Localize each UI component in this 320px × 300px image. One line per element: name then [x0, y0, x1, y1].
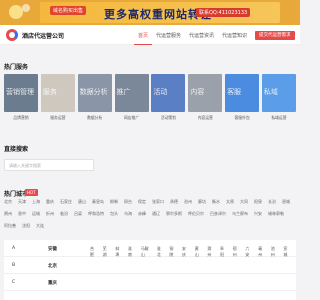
- city-link[interactable]: 朔州: [4, 211, 12, 217]
- city-link[interactable]: 张家口: [152, 199, 164, 205]
- service-label: 活动策划: [160, 115, 176, 120]
- city-link[interactable]: 鄂尔多斯: [166, 211, 182, 217]
- banner-tag: 域名购买出售: [50, 6, 87, 15]
- city-link[interactable]: 太原: [226, 199, 234, 205]
- city-link[interactable]: 衡水: [212, 199, 220, 205]
- city-link[interactable]: 天津: [18, 199, 26, 205]
- province-name[interactable]: 重庆: [48, 280, 57, 286]
- service-card[interactable]: 服务 服务运营: [40, 74, 75, 126]
- service-image: 客服: [225, 74, 260, 112]
- nav-knowledge[interactable]: 代运营知识: [218, 25, 251, 45]
- city-link[interactable]: 上海: [32, 199, 40, 205]
- province-name[interactable]: 安徽: [48, 246, 57, 252]
- service-image: 推广: [114, 74, 149, 112]
- city-link[interactable]: 大同: [240, 199, 248, 205]
- city-link[interactable]: 沈阳: [22, 223, 30, 229]
- service-label: 内容运营: [197, 115, 213, 120]
- service-label: 服务运营: [50, 115, 66, 120]
- city-link[interactable]: 赤峰: [138, 211, 146, 217]
- service-label: 客服外包: [234, 115, 250, 120]
- city-row: 北京 天津 上海 重庆 石家庄 唐山 秦皇岛 邯郸 邢台 保定 张家口 承德 沧州 廊坊 衡水 太原 大同 阳泉长…: [4, 199, 296, 235]
- province-letter: B: [12, 263, 16, 268]
- city-link[interactable]: 吕梁: [74, 211, 82, 217]
- service-card[interactable]: 客服 客服外包: [225, 74, 260, 126]
- city-link[interactable]: 重庆: [46, 199, 54, 205]
- city-link[interactable]: 通辽: [152, 211, 160, 217]
- city-link[interactable]: 运城: [32, 211, 40, 217]
- city-link[interactable]: 包头: [110, 211, 118, 217]
- province-name[interactable]: 北京: [48, 263, 57, 269]
- service-image: 服务: [40, 74, 75, 112]
- city-link[interactable]: 保定: [138, 199, 146, 205]
- service-label: 品牌营销: [13, 115, 29, 120]
- city-link[interactable]: 乌兰察布: [232, 211, 248, 217]
- province-row: A 安徽 合肥 芜湖 蚌埠 淮南 马鞍山 淮北 铜陵 安庆 黄山 滁州 阜阳 宿州 六安 亳州 池州 宣城: [4, 240, 296, 257]
- city-link[interactable]: 长治: [268, 199, 276, 205]
- city-link[interactable]: 石家庄: [60, 199, 72, 205]
- site-header: 酒店代运营公司 首页 代运营服务 代运营资讯 代运营知识 代运营问答 提交代运营…: [0, 25, 300, 45]
- nav-news[interactable]: 代运营资讯: [185, 25, 218, 45]
- service-card[interactable]: 营销管理 品牌营销: [4, 74, 38, 126]
- service-image: 内容: [188, 74, 223, 112]
- promo-banner[interactable]: 域名购买出售 更多高权重网站转让 联系QQ:411023133: [0, 0, 300, 25]
- city-link[interactable]: 沧州: [184, 199, 192, 205]
- service-card[interactable]: 内容 内容运营: [188, 74, 223, 126]
- hot-badge: HOT: [25, 189, 38, 196]
- service-image: 私域: [261, 74, 296, 112]
- city-link[interactable]: 大连: [36, 223, 44, 229]
- city-link[interactable]: 忻州: [46, 211, 54, 217]
- city-link[interactable]: 唐山: [78, 199, 86, 205]
- province-table: A 安徽 合肥 芜湖 蚌埠 淮南 马鞍山 淮北 铜陵 安庆 黄山 滁州 阜阳 宿州 六安 亳州 池州 宣城 B…: [4, 240, 296, 300]
- hot-services-list: 营销管理 品牌营销 服务 服务运营 数据分析 数据分析 推广 网店推广 活动 活…: [4, 74, 296, 126]
- service-label: 数据分析: [87, 115, 103, 120]
- city-link[interactable]: 北京: [4, 199, 12, 205]
- city-link[interactable]: 乌海: [124, 211, 132, 217]
- nav-services[interactable]: 代运营服务: [152, 25, 185, 45]
- city-link[interactable]: 巴彦淖尔: [210, 211, 226, 217]
- province-row: C 重庆: [4, 274, 296, 291]
- service-image: 活动: [151, 74, 186, 112]
- service-label: 私域运营: [271, 115, 287, 120]
- service-label: 网店推广: [123, 115, 140, 120]
- city-link[interactable]: 邯郸: [110, 199, 118, 205]
- city-link[interactable]: 阿拉善: [4, 223, 16, 229]
- service-card[interactable]: 活动 活动策划: [151, 74, 186, 126]
- nav-home[interactable]: 首页: [134, 25, 153, 45]
- city-link[interactable]: 晋城: [282, 199, 290, 205]
- submit-request-button[interactable]: 提交代运营需求: [255, 31, 295, 40]
- service-image: 营销管理: [4, 74, 38, 112]
- service-card[interactable]: 数据分析 数据分析: [77, 74, 112, 126]
- city-link[interactable]: 邢台: [124, 199, 132, 205]
- service-card[interactable]: 推广 网店推广: [114, 74, 149, 126]
- service-card[interactable]: 私域 私域运营: [261, 74, 296, 126]
- city-link[interactable]: 承德: [170, 199, 178, 205]
- province-row: B 北京: [4, 257, 296, 274]
- city-link[interactable]: 临汾: [60, 211, 68, 217]
- search-input[interactable]: 请输入关键字搜索: [4, 159, 94, 171]
- city-link[interactable]: 晋中: [18, 211, 26, 217]
- province-letter: C: [12, 280, 16, 285]
- city-link[interactable]: 阳泉: [254, 199, 262, 205]
- hot-services-title: 热门服务: [4, 64, 29, 71]
- logo-icon[interactable]: [6, 29, 18, 41]
- promo-decoration-icon: [9, 4, 30, 19]
- direct-search-title: 直接搜索: [4, 146, 29, 153]
- service-image: 数据分析: [77, 74, 112, 112]
- city-link[interactable]: 兴安: [254, 211, 262, 217]
- hot-cities-list: 北京 天津 上海 重庆 石家庄 唐山 秦皇岛 邯郸 邢台 保定 张家口 承德 沧州 廊坊 衡水 太原 大同 阳泉长…: [4, 199, 296, 233]
- city-link[interactable]: 锡林郭勒: [268, 211, 284, 217]
- city-link[interactable]: 呼伦贝尔: [188, 211, 204, 217]
- city-link[interactable]: 呼和浩特: [88, 211, 104, 217]
- city-link[interactable]: 秦皇岛: [92, 199, 104, 205]
- province-letter: A: [12, 246, 16, 251]
- banner-contact[interactable]: 联系QQ:411023133: [196, 8, 251, 17]
- site-logo-text[interactable]: 酒店代运营公司: [22, 31, 64, 40]
- city-link[interactable]: 廊坊: [198, 199, 206, 205]
